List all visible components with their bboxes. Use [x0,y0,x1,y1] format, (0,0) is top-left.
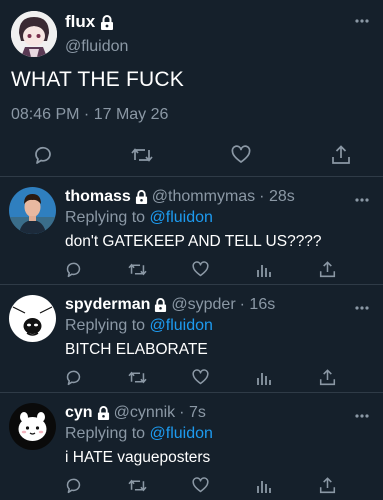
mention-link[interactable]: @fluidon [150,317,213,334]
reply-icon[interactable] [65,477,82,499]
main-action-bar [0,145,383,171]
replying-to: Replying to @fluidon [65,317,213,335]
mention-link[interactable]: @fluidon [150,209,213,226]
avatar[interactable] [9,187,56,234]
more-icon[interactable] [352,12,372,32]
analytics-icon[interactable] [256,261,272,283]
retweet-icon[interactable] [131,145,153,170]
display-name[interactable]: flux [65,12,114,32]
like-icon[interactable] [192,369,209,391]
reply-text: BITCH ELABORATE [65,341,208,358]
reply-text: i HATE vagueposters [65,449,211,466]
like-icon[interactable] [192,261,209,283]
retweet-icon[interactable] [128,477,147,499]
more-icon[interactable] [352,191,372,211]
reply-time: · 7s [179,404,206,421]
display-name-text: flux [65,12,96,31]
analytics-icon[interactable] [256,477,272,499]
reply-spyderman[interactable]: spyderman @sypder · 16s Replying to @flu… [0,285,383,392]
share-icon[interactable] [319,369,336,391]
display-name[interactable]: thomass [65,188,131,206]
avatar[interactable] [9,403,56,450]
user-handle[interactable]: @fluidon [65,38,128,56]
like-icon[interactable] [231,145,251,170]
reply-icon[interactable] [65,261,82,283]
replying-prefix: Replying to [65,425,146,442]
reply-time: · 28s [259,188,295,205]
replying-prefix: Replying to [65,317,146,334]
avatar[interactable] [11,11,57,57]
main-post: flux @fluidon WHAT THE FUCK 08:46 PM · 1… [0,0,383,177]
analytics-icon[interactable] [256,369,272,391]
reply-cyn[interactable]: cyn @cynnik · 7s Replying to @fluidon i … [0,393,383,500]
reply-action-bar [0,477,383,497]
more-icon[interactable] [352,299,372,319]
reply-icon[interactable] [65,369,82,391]
lock-icon [154,298,167,312]
user-handle[interactable]: @sypder [171,296,235,314]
reply-header: spyderman @sypder · 16s [65,296,275,314]
user-handle[interactable]: @cynnik [114,404,176,422]
reply-action-bar [0,369,383,389]
lock-icon [135,190,148,204]
mention-link[interactable]: @fluidon [150,425,213,442]
reply-header: cyn @cynnik · 7s [65,404,206,422]
post-timestamp: 08:46 PM · 17 May 26 [11,106,169,123]
lock-icon [97,406,110,420]
display-name[interactable]: cyn [65,404,93,422]
reply-action-bar [0,261,383,281]
lock-icon [100,14,114,30]
share-icon[interactable] [319,261,336,283]
reply-time: · 16s [239,296,276,313]
replying-prefix: Replying to [65,209,146,226]
reply-thomass[interactable]: thomass @thommymas · 28s Replying to @fl… [0,177,383,284]
reply-icon[interactable] [33,145,53,170]
like-icon[interactable] [192,477,209,499]
retweet-icon[interactable] [128,369,147,391]
post-text: WHAT THE FUCK [11,68,184,91]
share-icon[interactable] [331,145,351,170]
display-name[interactable]: spyderman [65,296,150,314]
user-handle[interactable]: @thommymas [152,188,255,206]
reply-header: thomass @thommymas · 28s [65,188,295,206]
avatar[interactable] [9,295,56,342]
more-icon[interactable] [352,407,372,427]
replying-to: Replying to @fluidon [65,425,213,443]
retweet-icon[interactable] [128,261,147,283]
reply-text: don't GATEKEEP AND TELL US???? [65,233,322,250]
share-icon[interactable] [319,477,336,499]
replying-to: Replying to @fluidon [65,209,213,227]
